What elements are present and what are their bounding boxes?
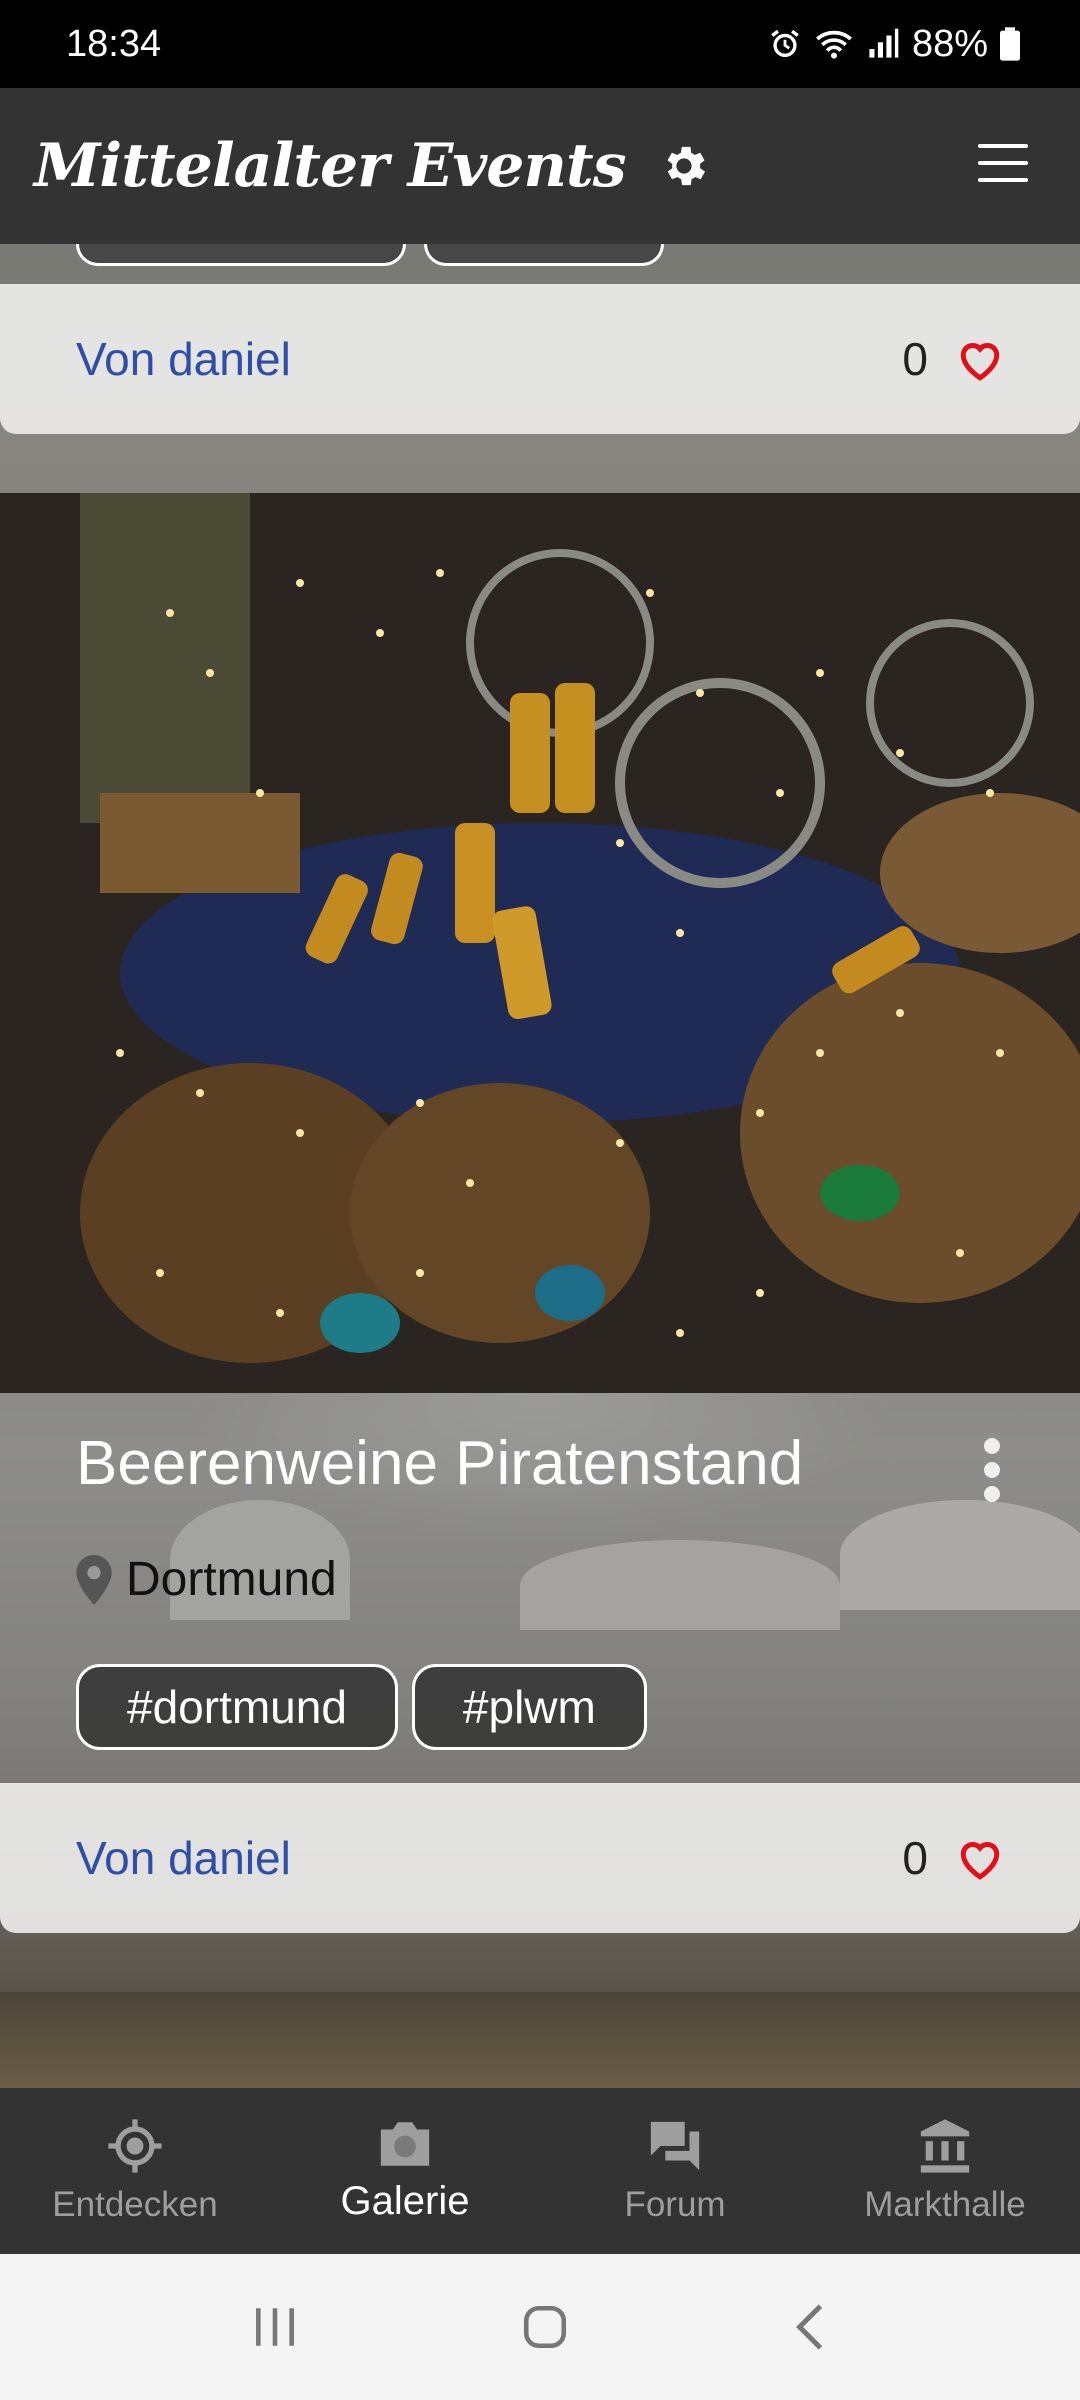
nav-markthalle[interactable]: Markthalle xyxy=(810,2088,1080,2254)
like-group[interactable]: 0 xyxy=(902,332,1006,386)
post-title: Beerenweine Piratenstand xyxy=(76,1429,804,1498)
app-header: Mittelalter Events xyxy=(0,88,1080,244)
heart-icon[interactable] xyxy=(954,1835,1006,1881)
alarm-icon xyxy=(771,29,799,58)
status-bar: 18:34 88% xyxy=(0,0,1080,88)
status-icons: 88% xyxy=(768,23,1020,66)
camera-icon xyxy=(380,2121,430,2166)
nav-galerie[interactable]: Galerie xyxy=(270,2088,540,2254)
photo-illustration xyxy=(0,493,1080,1393)
home-icon[interactable] xyxy=(520,2302,570,2352)
next-post-photo[interactable] xyxy=(0,1992,1080,2088)
recent-apps-icon[interactable] xyxy=(250,2304,300,2350)
status-time: 18:34 xyxy=(66,22,162,65)
app-title: Mittelalter Events xyxy=(34,131,627,201)
post-photo[interactable] xyxy=(0,493,1080,1393)
previous-tag-chip[interactable] xyxy=(424,244,664,266)
nav-entdecken[interactable]: Entdecken xyxy=(0,2088,270,2254)
nav-label: Galerie xyxy=(340,2178,470,2223)
nav-forum[interactable]: Forum xyxy=(540,2088,810,2254)
location-pin-icon xyxy=(76,1554,112,1605)
tag-list: #dortmund #plwm xyxy=(76,1664,647,1750)
bottom-navigation: Entdecken Galerie Forum Markthalle xyxy=(0,2088,1080,2254)
system-navigation-bar xyxy=(0,2254,1080,2400)
previous-card-footer: Von daniel 0 xyxy=(0,284,1080,434)
likes-count: 0 xyxy=(902,1832,928,1884)
likes-count: 0 xyxy=(902,333,928,385)
more-options-icon[interactable] xyxy=(982,1438,1002,1502)
forum-icon xyxy=(650,2121,700,2171)
signal-icon xyxy=(869,28,899,58)
battery-percent: 88% xyxy=(911,22,988,65)
crosshair-icon xyxy=(108,2119,162,2173)
battery-icon xyxy=(1000,27,1020,61)
heart-icon[interactable] xyxy=(954,336,1006,382)
nav-label: Forum xyxy=(624,2185,726,2224)
nav-label: Markthalle xyxy=(864,2185,1026,2224)
nav-label: Entdecken xyxy=(52,2185,218,2224)
author-link[interactable]: Von daniel xyxy=(76,1831,291,1885)
gear-icon[interactable] xyxy=(658,140,710,192)
location-text: Dortmund xyxy=(126,1553,337,1606)
post-location: Dortmund xyxy=(76,1552,337,1607)
tag-chip[interactable]: #plwm xyxy=(411,1664,647,1750)
back-icon[interactable] xyxy=(790,2302,830,2352)
author-link[interactable]: Von daniel xyxy=(76,332,291,386)
tag-chip[interactable]: #dortmund xyxy=(76,1664,398,1750)
like-group[interactable]: 0 xyxy=(902,1831,1006,1885)
wifi-icon xyxy=(816,30,852,59)
hamburger-menu-icon[interactable] xyxy=(978,144,1028,184)
post-card-footer: Von daniel 0 xyxy=(0,1783,1080,1933)
bank-icon xyxy=(920,2119,970,2173)
previous-tag-chip[interactable] xyxy=(76,244,406,266)
